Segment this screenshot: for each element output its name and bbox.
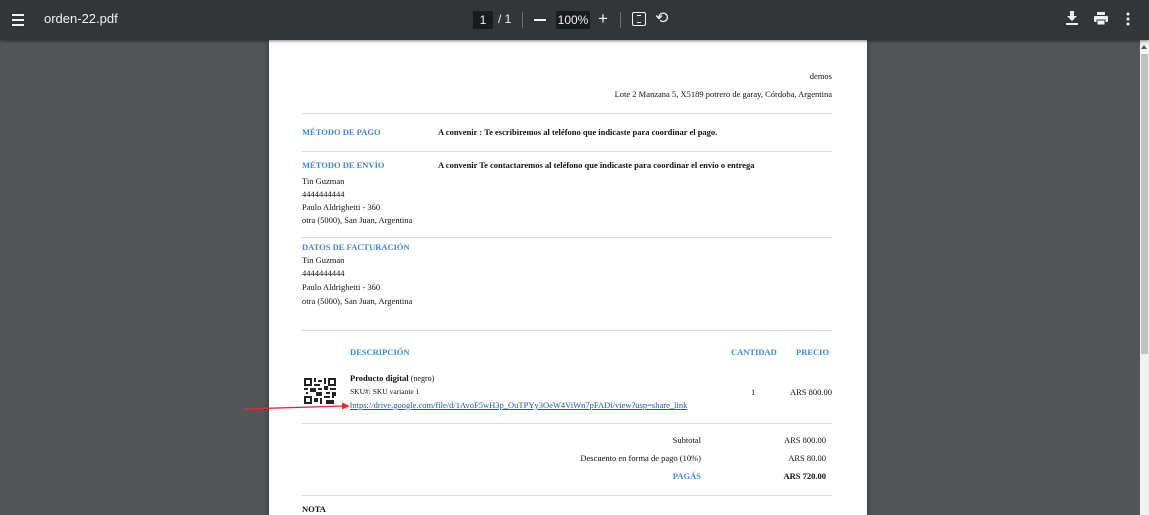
divider [302,330,832,331]
download-icon[interactable] [1066,11,1078,25]
item-quantity: 1 [751,387,756,397]
shipping-street: Paulo Aldrighetti - 360 [302,202,381,212]
item-price: ARS 800.00 [789,387,832,397]
fit-page-icon[interactable] [632,12,646,26]
pdf-toolbar: orden-22.pdf 1 / 1 100% + ⟲ [0,0,1149,40]
minus-icon[interactable] [534,19,546,21]
subtotal-value: ARS 800.00 [783,435,826,445]
billing-phone: 4444444444 [302,268,345,278]
shipping-phone: 4444444444 [302,189,345,199]
item-name-line: Producto digital (negro) [350,373,434,383]
divider [302,495,832,496]
total-label: PAGÁS [672,471,701,481]
divider [302,423,832,424]
billing-label: DATOS DE FACTURACIÓN [302,242,410,252]
qr-code [304,378,336,404]
divider [302,151,832,152]
shipping-city: otra (5000), San Juan, Argentina [302,215,413,225]
file-name: orden-22.pdf [44,11,118,26]
quantity-header: CANTIDAD [731,347,777,357]
item-download-link[interactable]: https://drive.google.com/file/d/1AvoF5wH… [350,400,687,410]
billing-street: Paulo Aldrighetti - 360 [302,282,381,292]
item-name: Producto digital [350,373,409,383]
divider [302,113,832,114]
subtotal-label: Subtotal [672,435,701,445]
scroll-up-arrow-icon[interactable] [1141,45,1147,49]
page-number-input[interactable]: 1 [473,11,493,29]
store-address: Lote 2 Manzana 5, X5189 potrero de garay… [614,89,832,99]
hamburger-menu-icon[interactable] [10,10,30,30]
billing-city: otra (5000), San Juan, Argentina [302,296,413,306]
total-value: ARS 720.00 [783,471,826,481]
more-vertical-icon[interactable] [1126,12,1130,26]
billing-name: Tin Guzman [302,255,345,265]
rotate-icon[interactable]: ⟲ [655,10,668,28]
plus-icon[interactable]: + [598,10,608,28]
item-variant: (negro) [410,374,435,383]
toolbar-divider [522,12,523,28]
scrollbar-thumb[interactable] [1141,54,1148,354]
pdf-page: demos Lote 2 Manzana 5, X5189 potrero de… [269,40,867,515]
discount-value: ARS 80.00 [788,453,826,463]
store-name: demos [809,71,832,81]
page-total: / 1 [498,12,512,26]
description-header: DESCRIPCIÓN [350,347,410,357]
print-icon[interactable] [1094,12,1108,25]
note-label: NOTA [302,504,326,514]
item-sku: SKU#: SKU variante 1 [350,387,420,396]
divider [302,237,832,238]
discount-label: Descuento en forma de pago (10%) [580,453,701,463]
shipping-method-label: MÉTODO DE ENVÍO [302,160,385,170]
zoom-input[interactable]: 100% [556,11,590,29]
toolbar-divider [620,12,621,28]
payment-method-label: MÉTODO DE PAGO [302,127,381,137]
price-header: PRECIO [796,347,830,357]
shipping-name: Tin Guzman [302,176,345,186]
shipping-method-value: A convenir Te contactaremos al teléfono … [438,160,755,170]
payment-method-value: A convenir : Te escribiremos al teléfono… [438,127,718,137]
